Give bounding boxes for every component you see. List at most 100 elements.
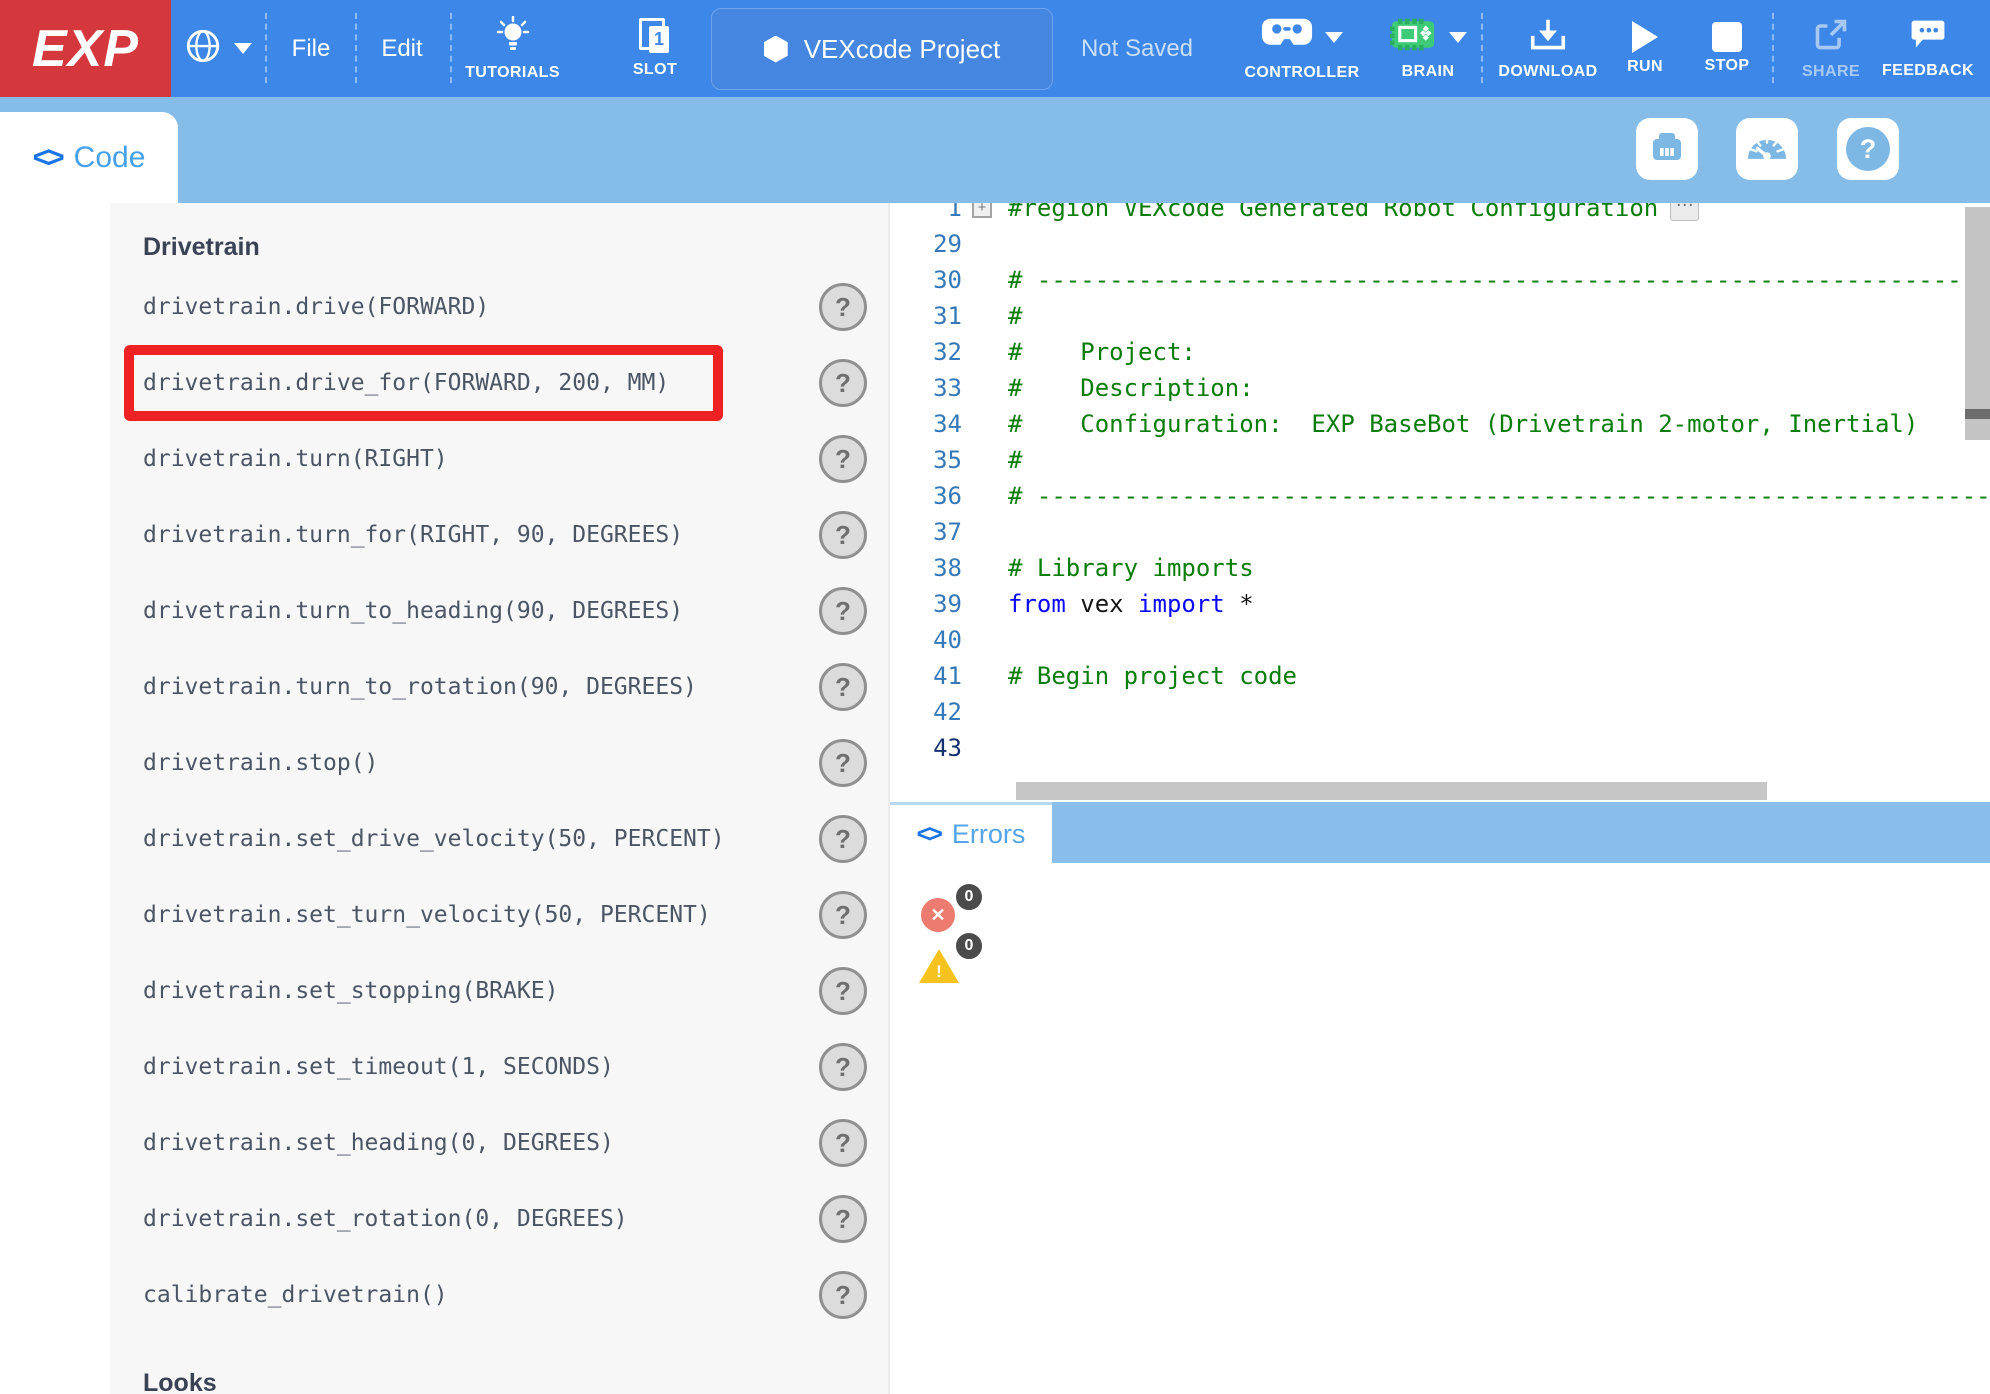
line-number: 42	[890, 698, 962, 726]
code-line: 35 #	[890, 442, 1990, 478]
command-help-button[interactable]: ?	[819, 587, 867, 635]
command-row-highlighted[interactable]: drivetrain.drive_for(FORWARD, 200, MM) ?	[110, 345, 888, 421]
command-help-button[interactable]: ?	[819, 359, 867, 407]
play-icon	[1632, 21, 1658, 53]
command-row[interactable]: drivetrain.drive(FORWARD) ?	[110, 269, 888, 345]
command-text[interactable]: drivetrain.set_drive_velocity(50, PERCEN…	[143, 826, 725, 852]
download-icon	[1528, 17, 1568, 58]
fold-expand-icon[interactable]: +	[972, 203, 992, 218]
brain-chip-icon	[1389, 16, 1437, 58]
code-tab[interactable]: <> Code	[0, 112, 178, 203]
command-help-button[interactable]: ?	[819, 435, 867, 483]
help-button[interactable]: ?	[1837, 118, 1899, 180]
toolbar-separator	[265, 13, 267, 83]
edit-menu[interactable]: Edit	[372, 0, 432, 97]
language-menu[interactable]	[178, 0, 258, 97]
globe-icon	[184, 27, 222, 70]
file-menu[interactable]: File	[281, 0, 341, 97]
command-text[interactable]: drivetrain.turn(RIGHT)	[143, 446, 448, 472]
command-help-button[interactable]: ?	[819, 739, 867, 787]
command-help-button[interactable]: ?	[819, 891, 867, 939]
error-count-icon: ✕	[921, 898, 955, 932]
warning-count-badge: 0	[953, 930, 985, 962]
command-row[interactable]: drivetrain.set_turn_velocity(50, PERCENT…	[110, 877, 888, 953]
command-text[interactable]: drivetrain.drive(FORWARD)	[143, 294, 489, 320]
code-line: 40	[890, 622, 1990, 658]
hexagon-icon	[764, 36, 788, 63]
command-help-button[interactable]: ?	[819, 1043, 867, 1091]
command-row[interactable]: drivetrain.turn_to_heading(90, DEGREES) …	[110, 573, 888, 649]
chevron-down-icon	[234, 43, 252, 54]
command-palette: Drivetrain drivetrain.drive(FORWARD) ? d…	[110, 203, 890, 1394]
command-text[interactable]: drivetrain.turn_for(RIGHT, 90, DEGREES)	[143, 522, 683, 548]
feedback-button[interactable]: FEEDBACK	[1880, 0, 1976, 97]
folded-region-ellipsis[interactable]: …	[1670, 203, 1699, 221]
current-line-number: 43	[890, 734, 962, 762]
vertical-scrollbar[interactable]	[1965, 207, 1990, 440]
code-brackets-icon: <>	[917, 820, 940, 849]
project-name-button[interactable]: VEXcode Project	[711, 8, 1053, 90]
toolbar-separator	[450, 13, 452, 83]
command-text[interactable]: drivetrain.set_heading(0, DEGREES)	[143, 1130, 614, 1156]
command-help-button[interactable]: ?	[819, 1271, 867, 1319]
line-number: 38	[890, 554, 962, 582]
command-help-button[interactable]: ?	[819, 815, 867, 863]
code-line: 31 #	[890, 298, 1990, 334]
device-status-button[interactable]	[1636, 118, 1698, 180]
command-text[interactable]: drivetrain.drive_for(FORWARD, 200, MM)	[143, 370, 669, 396]
command-text[interactable]: drivetrain.set_rotation(0, DEGREES)	[143, 1206, 628, 1232]
code-line: 30 # -----------------------------------…	[890, 262, 1990, 298]
command-row[interactable]: drivetrain.set_heading(0, DEGREES) ?	[110, 1105, 888, 1181]
command-row[interactable]: drivetrain.stop() ?	[110, 725, 888, 801]
brain-button[interactable]: BRAIN	[1378, 0, 1478, 97]
code-line: 42	[890, 694, 1990, 730]
command-text[interactable]: drivetrain.turn_to_rotation(90, DEGREES)	[143, 674, 697, 700]
horizontal-scrollbar[interactable]	[1016, 782, 1767, 800]
command-text[interactable]: drivetrain.turn_to_heading(90, DEGREES)	[143, 598, 683, 624]
code-line: 36 # -----------------------------------…	[890, 478, 1990, 514]
share-button[interactable]: SHARE	[1799, 0, 1863, 97]
command-row[interactable]: drivetrain.turn_for(RIGHT, 90, DEGREES) …	[110, 497, 888, 573]
dashboard-button[interactable]	[1736, 118, 1798, 180]
controller-button[interactable]: CONTROLLER	[1232, 0, 1372, 97]
line-number: 35	[890, 446, 962, 474]
command-row[interactable]: drivetrain.turn_to_rotation(90, DEGREES)…	[110, 649, 888, 725]
gamepad-icon	[1261, 15, 1313, 59]
errors-tab[interactable]: <> Errors	[890, 802, 1052, 863]
line-number: 31	[890, 302, 962, 330]
command-row[interactable]: drivetrain.set_drive_velocity(50, PERCEN…	[110, 801, 888, 877]
run-button[interactable]: RUN	[1615, 0, 1675, 97]
command-help-button[interactable]: ?	[819, 283, 867, 331]
command-help-button[interactable]: ?	[819, 1195, 867, 1243]
command-text[interactable]: drivetrain.set_stopping(BRAKE)	[143, 978, 558, 1004]
errors-panel-bar: <> Errors	[890, 802, 1990, 863]
command-help-button[interactable]: ?	[819, 967, 867, 1015]
command-text[interactable]: drivetrain.stop()	[143, 750, 378, 776]
command-row[interactable]: calibrate_drivetrain() ?	[110, 1257, 888, 1333]
download-button[interactable]: DOWNLOAD	[1495, 0, 1601, 97]
code-line: 33 # Description:	[890, 370, 1990, 406]
command-help-button[interactable]: ?	[819, 663, 867, 711]
slot-button[interactable]: 1 SLOT	[612, 0, 698, 97]
command-row[interactable]: drivetrain.set_timeout(1, SECONDS) ?	[110, 1029, 888, 1105]
stop-button[interactable]: STOP	[1697, 0, 1757, 97]
command-row[interactable]: drivetrain.set_rotation(0, DEGREES) ?	[110, 1181, 888, 1257]
tutorials-button[interactable]: TUTORIALS	[455, 0, 570, 97]
command-row[interactable]: drivetrain.turn(RIGHT) ?	[110, 421, 888, 497]
code-editor[interactable]: 1 + #region VEXcode Generated Robot Conf…	[890, 203, 1990, 802]
secondary-toolbar: <> Code ?	[0, 97, 1990, 203]
code-line: 1 + #region VEXcode Generated Robot Conf…	[890, 203, 1990, 226]
line-number: 29	[890, 230, 962, 258]
command-text[interactable]: calibrate_drivetrain()	[143, 1282, 448, 1308]
toolbar-separator	[1772, 13, 1774, 83]
palette-section-title: Drivetrain	[143, 225, 888, 269]
command-row[interactable]: drivetrain.set_stopping(BRAKE) ?	[110, 953, 888, 1029]
errors-panel-content: ✕ 0 ! 0	[890, 863, 1990, 1394]
command-help-button[interactable]: ?	[819, 1119, 867, 1167]
command-text[interactable]: drivetrain.set_timeout(1, SECONDS)	[143, 1054, 614, 1080]
line-number: 1	[890, 203, 962, 222]
command-help-button[interactable]: ?	[819, 511, 867, 559]
toolbar-separator	[1481, 13, 1483, 83]
command-text[interactable]: drivetrain.set_turn_velocity(50, PERCENT…	[143, 902, 711, 928]
code-line: 41 # Begin project code	[890, 658, 1990, 694]
